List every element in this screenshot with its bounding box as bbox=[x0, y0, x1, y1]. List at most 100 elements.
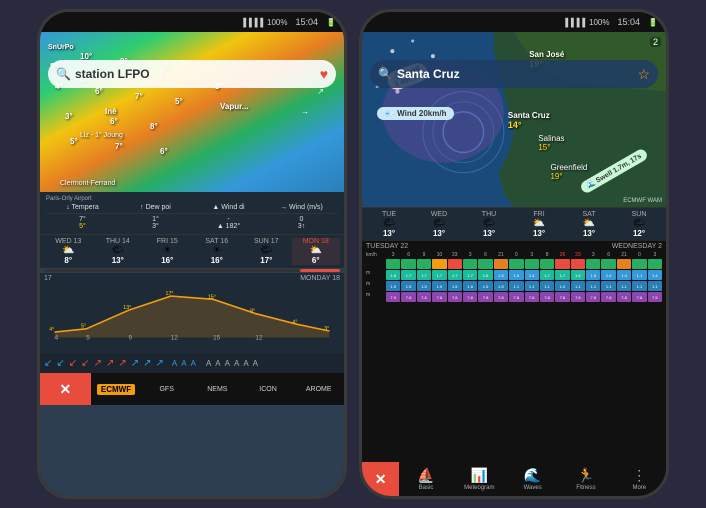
val-wind-dir2: ▲ 182° bbox=[192, 223, 265, 230]
tab-icon[interactable]: ICON bbox=[243, 373, 294, 405]
table-header: ↓ Tempera ↑ Dew poi ▲ Wind di → Wind (m/… bbox=[46, 204, 338, 214]
c2-13: 1.6 bbox=[571, 270, 585, 280]
c2-1: 1.8 bbox=[386, 270, 400, 280]
temp-dot-10: 6° bbox=[110, 117, 118, 126]
right-bottom-tabs: ✕ ⛵ Basic 📊 Meteogram 🌊 Waves 🏃 Fitness bbox=[362, 462, 666, 496]
nems-label: NEMS bbox=[207, 386, 227, 393]
t4: 10 bbox=[432, 252, 446, 258]
c2-6: 1.7 bbox=[463, 270, 477, 280]
right-signal-pct: 100% bbox=[589, 18, 609, 27]
c3-9: 1.1 bbox=[509, 281, 523, 291]
table-row-1: 7° 1° - 0 bbox=[46, 216, 338, 223]
right-phone: ▐▐▐▐ 100% 15:04 🔋 🔍 Santa Cruz ☆ bbox=[359, 9, 669, 499]
c2-14: 1.5 bbox=[586, 270, 600, 280]
tidal-title-right: WEDNESDAY 2 bbox=[612, 243, 662, 250]
basic-icon: ⛵ bbox=[417, 467, 434, 484]
right-map-area[interactable]: 🏄 Swell1.4m, 8s 💨 Wind 20km/h 🌊 Swell 1.… bbox=[362, 32, 666, 207]
tab-gfs[interactable]: GFS bbox=[141, 373, 192, 405]
chart-title: MONDAY 18 bbox=[300, 275, 340, 282]
t12: 26 bbox=[555, 252, 569, 258]
val-wind-dir: - bbox=[192, 216, 265, 223]
right-tab-more[interactable]: ⋮ More bbox=[613, 462, 666, 496]
svg-text:8°: 8° bbox=[250, 308, 255, 314]
r-forecast-fri: FRI ⛅ 13° bbox=[514, 211, 564, 238]
val-wind-spd: 0 bbox=[265, 216, 338, 223]
c3-7: 1.5 bbox=[478, 281, 492, 291]
left-search-icon: 🔍 bbox=[56, 67, 71, 81]
right-battery: 🔋 bbox=[648, 18, 658, 27]
left-bottom-tabs: ✕ ECMWF GFS NEMS ICON AROME bbox=[40, 373, 344, 405]
tidal-header: TUESDAY 22 WEDNESDAY 2 bbox=[366, 243, 662, 250]
meteogram-label: Meteogram bbox=[464, 485, 494, 491]
forecast-sun: SUN 17 🌤 17° bbox=[242, 238, 291, 265]
left-map-area[interactable]: 8° 10° 8° 6° 4° 6° 7° 5° 3° 6° 8° 5° 7° … bbox=[40, 32, 344, 192]
right-tab-close[interactable]: ✕ bbox=[362, 462, 399, 496]
svg-text:4°: 4° bbox=[292, 319, 297, 325]
c3-14: 1.1 bbox=[586, 281, 600, 291]
right-tab-waves[interactable]: 🌊 Waves bbox=[506, 462, 559, 496]
c2-16: 1.4 bbox=[617, 270, 631, 280]
chart-num: 17 bbox=[44, 275, 52, 282]
city-salinas: Salinas15° bbox=[538, 134, 564, 152]
t6: 3 bbox=[463, 252, 477, 258]
temp-dot-7: 7° bbox=[135, 92, 143, 101]
right-tab-meteogram[interactable]: 📊 Meteogram bbox=[453, 462, 506, 496]
right-close-icon: ✕ bbox=[375, 471, 387, 488]
c4-13: 7.8 bbox=[571, 292, 585, 302]
c4-3: 7.8 bbox=[417, 292, 431, 302]
tab-nems[interactable]: NEMS bbox=[192, 373, 243, 405]
tidal-title-left: TUESDAY 22 bbox=[366, 243, 408, 250]
c2-4: 1.7 bbox=[432, 270, 446, 280]
c3-5: 1.5 bbox=[448, 281, 462, 291]
temp-dot-13: 7° bbox=[115, 142, 123, 151]
left-time: 15:04 bbox=[296, 17, 319, 27]
right-tab-basic[interactable]: ⛵ Basic bbox=[399, 462, 452, 496]
right-search-icon: 🔍 bbox=[378, 67, 393, 81]
city-snl: SnUrPo bbox=[48, 44, 74, 51]
c4-11: 7.8 bbox=[540, 292, 554, 302]
cell-1-10 bbox=[525, 259, 539, 269]
svg-text:4°: 4° bbox=[49, 327, 54, 333]
left-favorite-icon[interactable]: ♥ bbox=[320, 66, 328, 82]
r-forecast-thu: THU 🌤 13° bbox=[464, 211, 514, 238]
val-temp2: 5° bbox=[46, 223, 119, 230]
right-tab-fitness[interactable]: 🏃 Fitness bbox=[559, 462, 612, 496]
right-search-bar[interactable]: 🔍 Santa Cruz ☆ bbox=[370, 60, 658, 88]
fitness-label: Fitness bbox=[576, 485, 595, 491]
left-phone: ▐▐▐▐ 100% 15:04 🔋 🔍 station LFPO ♥ 8° 10… bbox=[37, 9, 347, 499]
svg-text:15°: 15° bbox=[208, 294, 216, 300]
header-wind-dir: ▲ Wind di bbox=[192, 204, 265, 211]
c4-12: 7.8 bbox=[555, 292, 569, 302]
more-label: More bbox=[632, 485, 646, 491]
t9: 0 bbox=[509, 252, 523, 258]
left-signal: ▐▐▐▐ bbox=[240, 18, 263, 27]
wind-label-a7: A bbox=[234, 359, 239, 368]
t11: 8 bbox=[540, 252, 554, 258]
r-forecast-sun: SUN 🌤 12° bbox=[614, 211, 664, 238]
c2-8: 1.5 bbox=[494, 270, 508, 280]
left-forecast-bar: WED 13 ⛅ 8° THU 14 🌤 13° FRI 15 ☀ 16° SA… bbox=[40, 234, 344, 268]
row4-label: m bbox=[366, 292, 386, 302]
tab-close[interactable]: ✕ bbox=[40, 373, 91, 405]
scroll-indicator bbox=[44, 269, 340, 272]
close-x-icon: ✕ bbox=[59, 381, 71, 398]
c2-18: 1.4 bbox=[648, 270, 662, 280]
right-status-bar: ▐▐▐▐ 100% 15:04 🔋 bbox=[362, 12, 666, 32]
tab-arome[interactable]: AROME bbox=[293, 373, 344, 405]
band-row-2: m 1.8 1.7 1.7 1.7 1.7 1.7 1.6 1.5 1.5 1.… bbox=[366, 270, 662, 280]
left-search-bar[interactable]: 🔍 station LFPO ♥ bbox=[48, 60, 336, 88]
temp-dot-11: 8° bbox=[150, 122, 158, 131]
cell-1-4 bbox=[432, 259, 446, 269]
tab-ecmwf[interactable]: ECMWF bbox=[91, 373, 142, 405]
r-forecast-sat: SAT ⛅ 13° bbox=[564, 211, 614, 238]
c2-12: 1.7 bbox=[555, 270, 569, 280]
cell-1-6 bbox=[463, 259, 477, 269]
right-time: 15:04 bbox=[618, 17, 641, 27]
right-favorite-icon[interactable]: ☆ bbox=[637, 66, 650, 83]
c4-9: 7.8 bbox=[509, 292, 523, 302]
val-temp: 7° bbox=[46, 216, 119, 223]
arome-label: AROME bbox=[306, 386, 332, 393]
wind-label-a6: A bbox=[225, 359, 230, 368]
c3-8: 1.5 bbox=[494, 281, 508, 291]
ecmwf-wam-label: ECMWF WAM bbox=[623, 198, 662, 204]
